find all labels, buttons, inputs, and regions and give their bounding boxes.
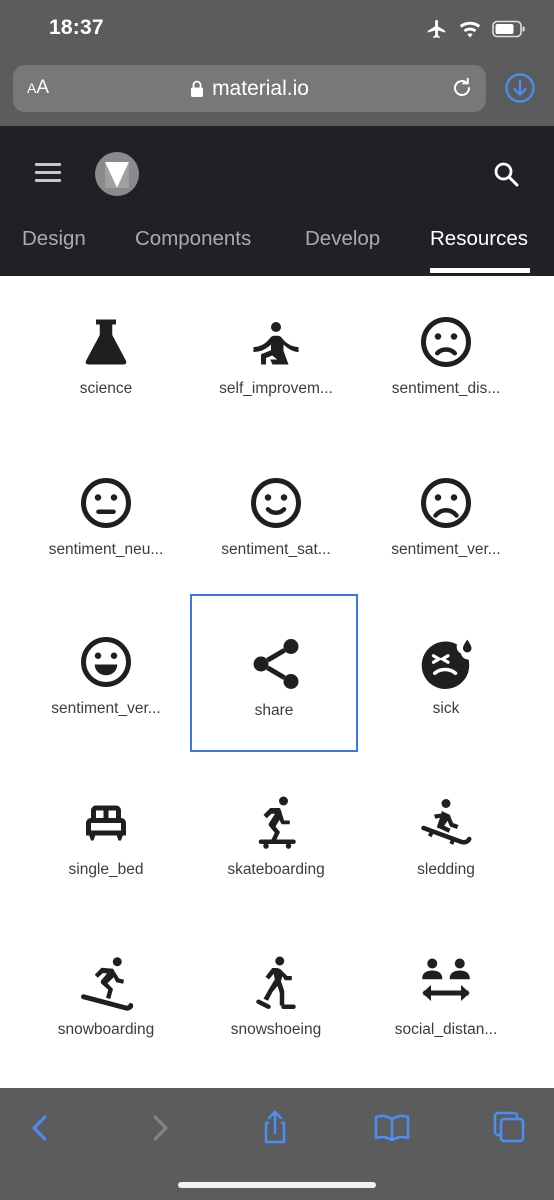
icon-tile-snowshoeing[interactable]: snowshoeing: [192, 917, 360, 1075]
icon-label: sentiment_dis...: [391, 380, 501, 397]
icon-tile-share[interactable]: share: [190, 594, 358, 752]
sentiment-very-dissatisfied-icon: [421, 478, 471, 528]
icon-tile-snowboarding[interactable]: snowboarding: [22, 917, 190, 1075]
icon-tile-skateboarding[interactable]: skateboarding: [192, 757, 360, 915]
icon-label: sick: [432, 700, 460, 717]
sledding-icon: [421, 799, 472, 845]
icon-label: sentiment_sat...: [221, 541, 331, 558]
sentiment-neutral-icon: [81, 478, 131, 528]
active-tab-indicator: [430, 268, 530, 273]
icon-label: skateboarding: [227, 861, 325, 878]
icon-label: share: [254, 702, 294, 719]
sentiment-dissatisfied-icon: [421, 317, 471, 367]
icon-tile-science[interactable]: science: [22, 276, 190, 434]
icon-label: self_improvem...: [219, 380, 333, 397]
airplane-icon: [427, 19, 446, 39]
icon-label: single_bed: [68, 861, 144, 878]
icon-tile-sentiment-very-dissatisfied[interactable]: sentiment_ver...: [362, 437, 530, 595]
share-icon: [253, 639, 299, 689]
tab-design[interactable]: Design: [22, 227, 86, 251]
bookmarks-icon[interactable]: [372, 1108, 412, 1148]
url-text: material.io: [212, 77, 309, 100]
icon-label: sledding: [417, 861, 475, 878]
icon-label: social_distan...: [394, 1021, 498, 1038]
snowboarding-icon: [81, 957, 134, 1011]
browser-top-chrome: 18:37 AA material.io: [0, 0, 554, 126]
social-distance-icon: [422, 958, 470, 1001]
icon-tile-sentiment-very-satisfied[interactable]: sentiment_ver...: [22, 596, 190, 754]
hamburger-menu-icon[interactable]: [35, 163, 61, 185]
single-bed-icon: [86, 805, 126, 841]
site-header: Design Components Develop Resources: [0, 126, 554, 276]
nav-tabs: Design Components Develop Resources: [0, 224, 554, 276]
icon-tile-sentiment-dissatisfied[interactable]: sentiment_dis...: [362, 276, 530, 434]
battery-icon: [492, 20, 525, 38]
sick-icon: [421, 639, 472, 690]
url-display[interactable]: material.io: [13, 77, 486, 101]
icon-label: sentiment_neu...: [48, 541, 164, 558]
icon-tile-social-distance[interactable]: social_distan...: [362, 917, 530, 1075]
home-indicator: [178, 1182, 376, 1188]
url-bar[interactable]: AA material.io: [13, 65, 486, 112]
icon-label: snowshoeing: [230, 1021, 322, 1038]
icon-tile-sledding[interactable]: sledding: [362, 757, 530, 915]
material-logo-icon[interactable]: [95, 152, 139, 196]
snowshoeing-icon: [256, 956, 296, 1009]
tab-components[interactable]: Components: [135, 227, 251, 251]
search-icon[interactable]: [493, 161, 519, 187]
tab-resources[interactable]: Resources: [430, 227, 528, 251]
icon-tile-sentiment-neutral[interactable]: sentiment_neu...: [22, 437, 190, 595]
status-time: 18:37: [49, 16, 104, 39]
self-improvement-icon: [253, 322, 299, 365]
icon-label: sentiment_ver...: [391, 541, 501, 558]
sentiment-satisfied-icon: [251, 478, 301, 528]
share-sheet-icon[interactable]: [255, 1108, 295, 1148]
icon-tile-single-bed[interactable]: single_bed: [22, 757, 190, 915]
icon-label: snowboarding: [57, 1021, 155, 1038]
reload-icon[interactable]: [450, 76, 474, 100]
science-icon: [85, 319, 127, 365]
icon-label: science: [79, 380, 133, 397]
forward-icon: [153, 1115, 168, 1141]
back-icon[interactable]: [20, 1108, 60, 1148]
icon-tile-sentiment-satisfied[interactable]: sentiment_sat...: [192, 437, 360, 595]
tab-develop[interactable]: Develop: [305, 227, 380, 251]
download-icon[interactable]: [504, 72, 536, 104]
icon-label: sentiment_ver...: [51, 700, 161, 717]
wifi-icon: [459, 21, 481, 38]
status-icons: [426, 18, 526, 40]
sentiment-very-satisfied-icon: [81, 637, 131, 687]
lock-icon: [191, 80, 204, 97]
icon-tile-sick[interactable]: sick: [362, 596, 530, 754]
tabs-icon[interactable]: [490, 1108, 530, 1148]
skateboarding-icon: [258, 796, 296, 849]
icon-tile-self-improvement[interactable]: self_improvem...: [192, 276, 360, 434]
icon-grid: science self_improvem... sentiment_dis..…: [22, 276, 532, 1088]
